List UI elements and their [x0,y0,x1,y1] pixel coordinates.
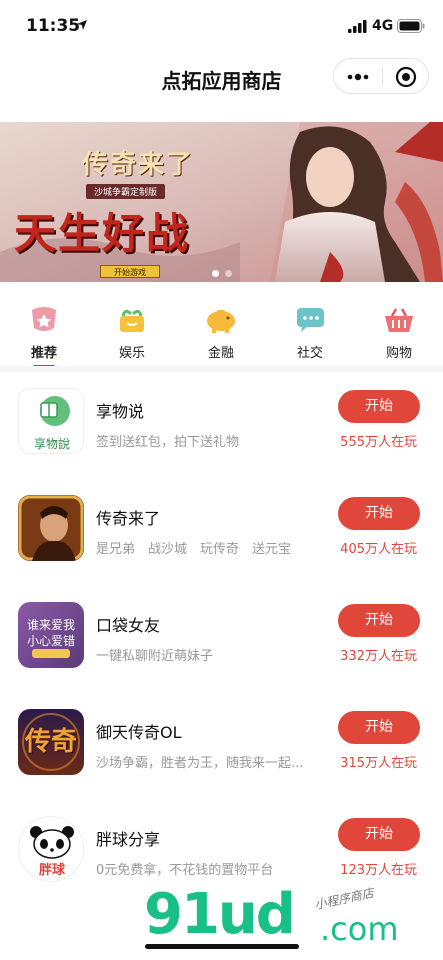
piggy-bank-icon [207,310,235,333]
app-description: 沙场争霸，胜者为王，随我来一起... [96,756,304,771]
watermark-handwriting: 小程序商店 [313,885,375,913]
tab-recommend[interactable]: 推荐 [9,306,79,368]
watermark-domain: .com [320,910,399,948]
tab-social[interactable]: 社交 [275,306,345,361]
chat-icon [297,308,324,332]
player-count: 405万人在玩 [340,542,417,557]
start-button[interactable]: 开始 [338,711,420,744]
app-description: 0元免费拿，不花钱的置物平台 [96,863,274,878]
start-button[interactable]: 开始 [338,497,420,530]
legend-game-icon [18,495,84,561]
player-count: 555万人在玩 [340,435,417,450]
pocket-girlfriend-icon: 谁来爱我 小心爱错 [18,602,84,668]
mini-program-capsule [333,58,429,94]
home-indicator[interactable] [145,944,299,949]
player-count: 123万人在玩 [340,863,417,878]
location-arrow-icon [77,20,87,30]
nav-bar: 点拓应用商店 [0,52,443,104]
list-item[interactable]: 传奇来了 是兄弟 战沙城 玩传奇 送元宝 开始 405万人在玩 [0,483,443,590]
player-count: 332万人在玩 [340,649,417,664]
battery-icon [397,19,425,33]
app-icon-text: 谁来爱我 [26,618,75,632]
banner-subtitle: 沙城争霸定制版 [86,184,166,199]
app-icon-text: 享物說 [33,437,70,451]
xiangwushuo-logo: 享物說 [18,388,84,454]
app-name: 口袋女友 [96,616,161,635]
player-count: 315万人在玩 [340,756,417,771]
list-item[interactable]: 传奇 御天传奇OL 沙场争霸，胜者为王，随我来一起... 开始 315万人在玩 [0,697,443,804]
app-description: 是兄弟 战沙城 玩传奇 送元宝 [96,542,292,557]
banner-logo-text: 传奇来了 [82,150,195,180]
promo-banner[interactable]: 传奇来了 沙城争霸定制版 天生好战 开始游戏 [0,122,443,282]
icon-ring [22,713,80,771]
start-button[interactable]: 开始 [338,390,420,423]
carousel-dot-active[interactable] [211,270,219,277]
watermark: 91ud .com 小程序商店 [144,882,443,952]
tab-finance[interactable]: 金融 [186,306,256,361]
tab-label: 购物 [385,346,412,361]
status-time: 11:35 [26,16,81,36]
network-type: 4G [372,18,394,34]
app-description: 一键私聊附近萌妹子 [96,649,214,664]
app-icon-text: 小心爱错 [26,634,75,648]
section-divider [0,366,443,372]
tab-label: 社交 [296,346,323,361]
start-button[interactable]: 开始 [338,818,420,851]
basket-icon [385,308,413,332]
carousel-dot[interactable] [224,270,232,277]
panda-icon: 胖球 [18,816,84,882]
list-item[interactable]: 享物說 享物说 签到送红包，拍下送礼物 开始 555万人在玩 [0,376,443,483]
more-icon[interactable] [346,70,370,84]
close-target-icon[interactable] [395,66,417,88]
app-icon-badge [32,649,70,658]
tab-entertainment[interactable]: 娱乐 [97,306,167,361]
app-name: 传奇来了 [96,509,161,528]
list-item[interactable]: 谁来爱我 小心爱错 口袋女友 一键私聊附近萌妹子 开始 332万人在玩 [0,590,443,697]
start-button[interactable]: 开始 [338,604,420,637]
signal-icon [348,20,367,33]
tab-label: 推荐 [30,346,57,361]
star-icon [32,307,56,331]
app-name: 御天传奇OL [96,723,182,742]
app-description: 签到送红包，拍下送礼物 [96,435,240,450]
app-icon-text: 胖球 [38,863,65,878]
app-name: 享物说 [96,402,145,421]
yutian-legend-icon: 传奇 [18,709,84,775]
app-name: 胖球分享 [96,830,161,849]
tab-shopping[interactable]: 购物 [364,306,434,361]
carousel-dots [0,262,443,281]
capsule-divider [382,68,383,86]
watermark-brand: 91ud [144,882,296,947]
tab-label: 金融 [207,346,234,361]
banner-headline: 天生好战 [14,209,191,258]
status-bar: 11:35 4G [0,0,443,52]
gift-icon [120,309,144,332]
tab-label: 娱乐 [118,346,145,361]
category-tabs: 推荐 娱乐 金融 社交 购物 [0,296,443,368]
